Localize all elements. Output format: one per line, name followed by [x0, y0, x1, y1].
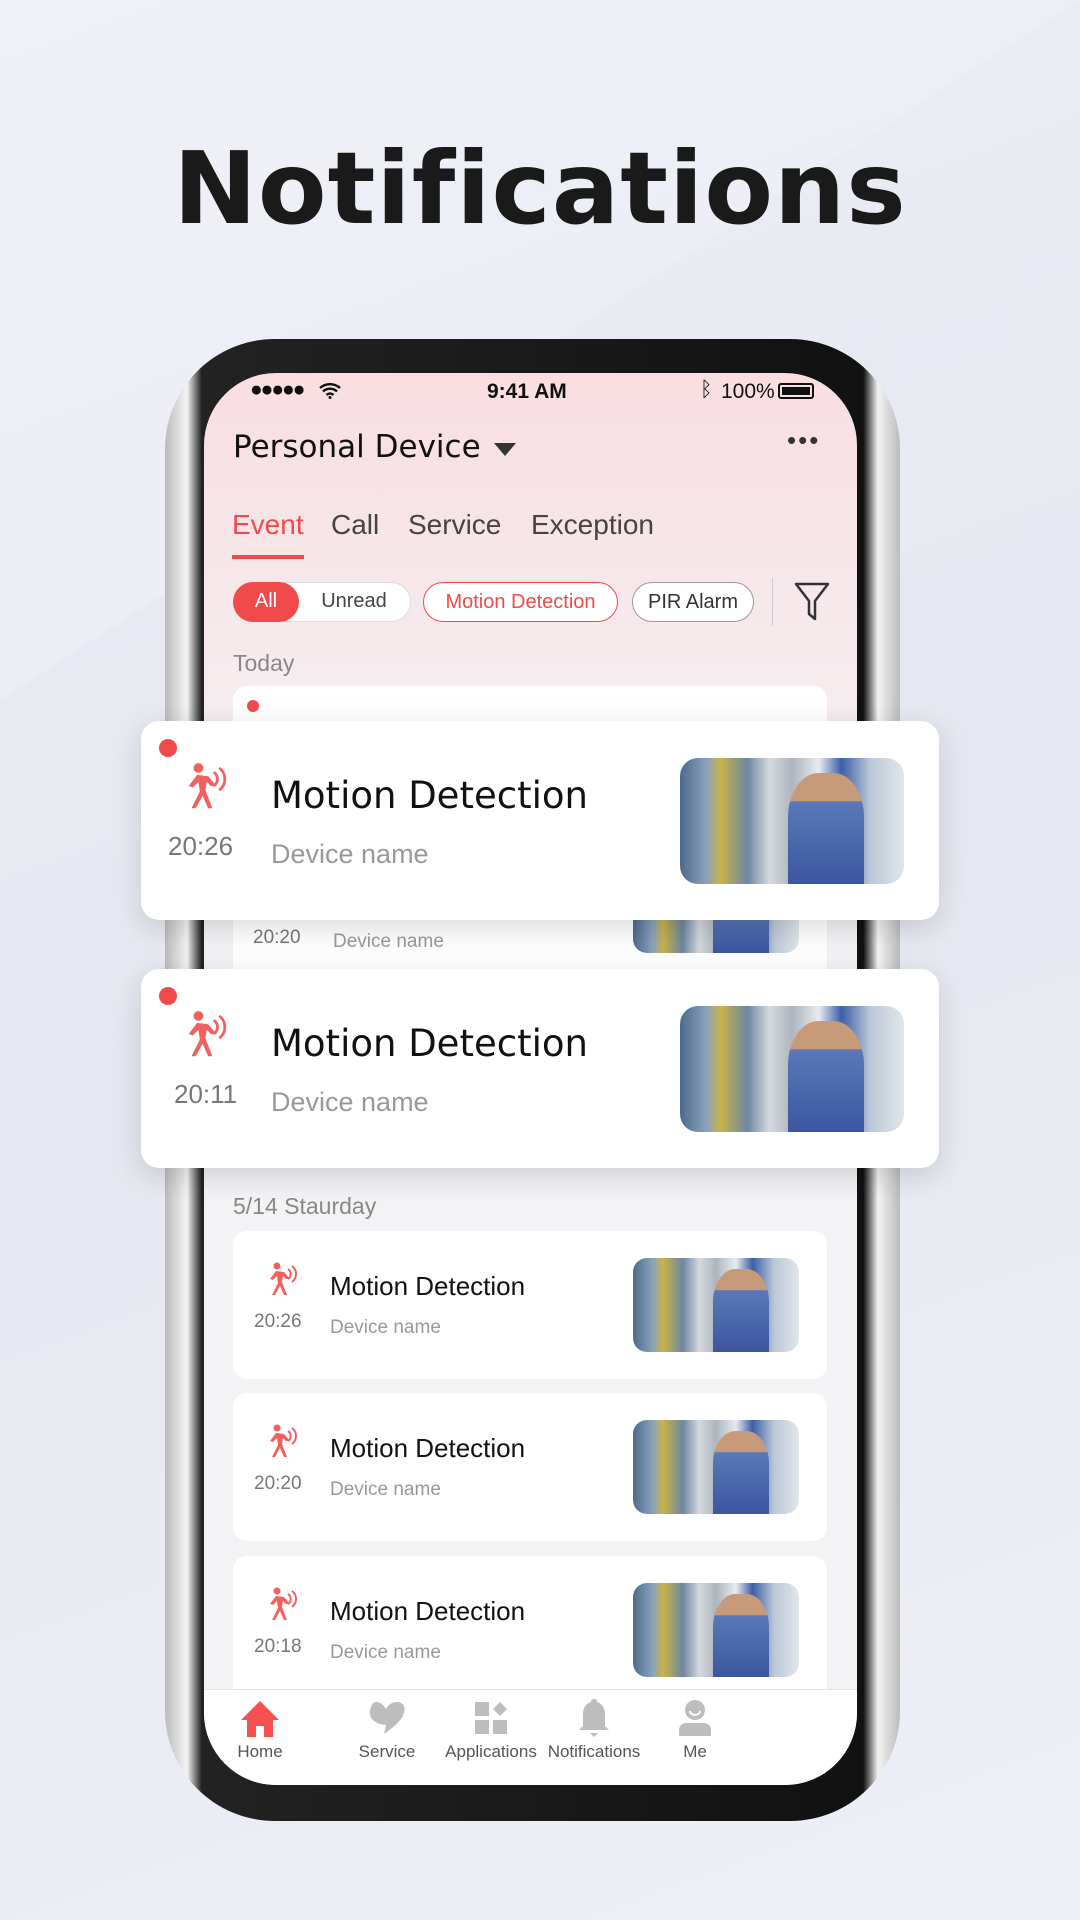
notification-card-highlighted[interactable]: 20:26 Motion Detection Device name: [141, 721, 939, 920]
notification-title: Motion Detection: [330, 1271, 526, 1301]
bottom-nav: Home Service Applications Notifications …: [204, 1689, 857, 1785]
section-today: Today: [233, 650, 295, 676]
notification-device: Device name: [271, 1087, 429, 1117]
notification-title: Motion Detection: [271, 774, 588, 817]
notification-device: Device name: [330, 1642, 441, 1663]
nav-label: Home: [237, 1742, 283, 1761]
bell-icon: [579, 1699, 609, 1737]
notification-time: 20:26: [254, 1311, 302, 1332]
more-icon[interactable]: •••: [787, 425, 820, 456]
filter-icon[interactable]: [794, 582, 830, 622]
event-thumbnail: [633, 1258, 799, 1352]
filter-pir-alarm[interactable]: PIR Alarm: [632, 582, 754, 622]
tab-active-indicator: [232, 555, 304, 559]
section-earlier: 5/14 Staurday: [233, 1193, 377, 1219]
notification-time: 20:18: [254, 1636, 302, 1657]
notification-device: Device name: [271, 839, 429, 869]
user-icon: [679, 1700, 711, 1736]
motion-icon: [270, 1262, 297, 1295]
nav-home[interactable]: Home: [204, 1690, 325, 1761]
home-icon: [241, 1701, 279, 1737]
notification-title: Motion Detection: [330, 1596, 526, 1626]
filter-all[interactable]: All: [233, 582, 299, 622]
nav-label: Me: [683, 1742, 707, 1761]
event-thumbnail: [680, 1006, 904, 1132]
tab-call[interactable]: Call: [331, 509, 379, 541]
notification-title: Motion Detection: [271, 1022, 588, 1065]
notification-time: 20:20: [253, 927, 301, 948]
battery-icon: [778, 383, 814, 399]
tab-exception[interactable]: Exception: [531, 509, 654, 541]
event-thumbnail: [633, 1420, 799, 1514]
motion-icon: [270, 1587, 297, 1620]
notification-device: Device name: [333, 931, 444, 952]
status-time: 9:41 AM: [487, 380, 567, 403]
page-headline: Notifications: [173, 130, 907, 247]
event-thumbnail: [633, 1583, 799, 1677]
bluetooth-icon: ᛒ: [700, 378, 713, 401]
notification-device: Device name: [330, 1479, 441, 1500]
notification-time: 20:26: [168, 831, 234, 861]
notification-title: Motion Detection: [330, 1433, 526, 1463]
notification-card[interactable]: 20:26 Motion Detection Device name: [233, 1231, 827, 1379]
event-thumbnail: [680, 758, 904, 884]
nav-me[interactable]: Me: [630, 1690, 760, 1761]
tab-service[interactable]: Service: [408, 509, 501, 541]
filter-unread[interactable]: Unread: [304, 582, 404, 622]
unread-dot: [159, 739, 177, 757]
notification-card[interactable]: 20:20 Motion Detection Device name: [233, 1393, 827, 1541]
notification-time: 20:20: [254, 1473, 302, 1494]
device-selector[interactable]: Personal Device: [233, 429, 481, 465]
notification-card[interactable]: 20:18 Motion Detection Device name: [233, 1556, 827, 1704]
notification-device: Device name: [330, 1317, 441, 1338]
unread-dot: [159, 987, 177, 1005]
battery-percent: 100%: [721, 380, 775, 403]
notification-time: 20:11: [174, 1079, 238, 1109]
apps-icon: [475, 1702, 507, 1734]
motion-icon: [270, 1424, 297, 1457]
divider: [772, 578, 773, 626]
signal-icon: ●●●●●: [250, 378, 305, 401]
tab-event[interactable]: Event: [232, 509, 304, 541]
filter-motion-detection[interactable]: Motion Detection: [423, 582, 618, 622]
motion-icon: [188, 1011, 227, 1057]
chevron-down-icon[interactable]: [494, 443, 516, 456]
wifi-icon: [319, 383, 341, 399]
heart-icon: [369, 1702, 405, 1734]
motion-icon: [188, 763, 227, 809]
notification-card-highlighted[interactable]: 20:11 Motion Detection Device name: [141, 969, 939, 1168]
